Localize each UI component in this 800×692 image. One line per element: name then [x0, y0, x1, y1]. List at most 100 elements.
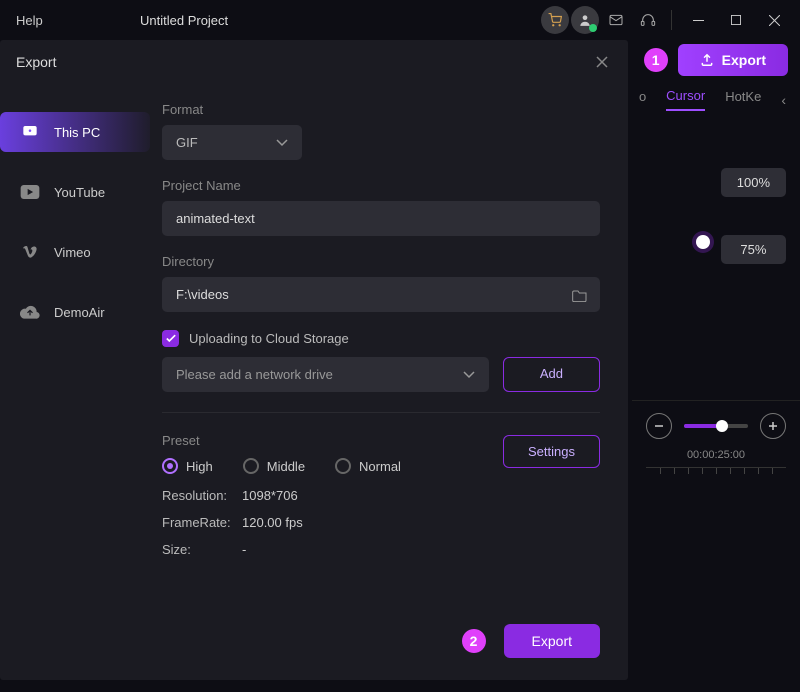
- mail-button[interactable]: [601, 5, 631, 35]
- modal-header: Export: [0, 40, 628, 84]
- size-value: -: [242, 542, 246, 557]
- headset-icon: [640, 12, 656, 28]
- resolution-key: Resolution:: [162, 488, 242, 503]
- preset-section: Preset High Middle Normal Resolution:109…: [162, 433, 600, 569]
- zoom-out-button[interactable]: [646, 413, 672, 439]
- sidebar-item-demoair[interactable]: DemoAir: [0, 292, 150, 332]
- format-section: Format GIF: [162, 102, 600, 160]
- sidebar-label: This PC: [54, 125, 100, 140]
- status-dot: [589, 24, 597, 32]
- add-drive-button[interactable]: Add: [503, 357, 600, 392]
- format-label: Format: [162, 102, 600, 117]
- directory-section: Directory: [162, 254, 600, 312]
- zoom-slider[interactable]: [684, 424, 748, 428]
- directory-input[interactable]: [162, 277, 600, 312]
- plus-icon: [768, 421, 778, 431]
- export-confirm-button[interactable]: Export: [504, 624, 600, 658]
- network-placeholder: Please add a network drive: [176, 367, 333, 382]
- tab-cursor[interactable]: Cursor: [666, 88, 705, 111]
- modal-body: This PC YouTube Vimeo DemoAir: [0, 84, 628, 678]
- slider-thumb[interactable]: [696, 235, 710, 249]
- minimize-icon: [693, 15, 704, 26]
- cart-icon: [548, 13, 562, 27]
- value-pill-2: 75%: [721, 235, 786, 264]
- resolution-value: 1098*706: [242, 488, 298, 503]
- export-button-label: Export: [722, 52, 766, 68]
- right-panel-values: 100% 75%: [721, 168, 786, 302]
- project-title: Untitled Project: [140, 13, 228, 28]
- headset-button[interactable]: [633, 5, 663, 35]
- check-icon: [166, 334, 176, 343]
- export-icon: [700, 53, 714, 67]
- annotation-2: 2: [462, 629, 486, 653]
- divider: [671, 10, 672, 30]
- titlebar-right: [541, 5, 792, 35]
- tab-partial[interactable]: o: [639, 89, 646, 110]
- zoom-slider-thumb[interactable]: [716, 420, 728, 432]
- preset-radios: High Middle Normal: [162, 458, 503, 474]
- account-button[interactable]: [571, 6, 599, 34]
- cloud-section: Uploading to Cloud Storage Please add a …: [162, 330, 600, 392]
- help-menu[interactable]: Help: [8, 13, 51, 28]
- mail-icon: [608, 12, 624, 28]
- minimize-button[interactable]: [680, 6, 716, 34]
- cloud-checkbox[interactable]: [162, 330, 179, 347]
- radio-high[interactable]: High: [162, 458, 213, 474]
- youtube-icon: [20, 184, 40, 200]
- value-pill-1: 100%: [721, 168, 786, 197]
- maximize-button[interactable]: [718, 6, 754, 34]
- directory-label: Directory: [162, 254, 600, 269]
- timeline-time: 00:00:25:00: [646, 449, 786, 461]
- chevron-down-icon: [463, 371, 475, 379]
- export-button-top[interactable]: Export: [678, 44, 788, 76]
- settings-button[interactable]: Settings: [503, 435, 600, 468]
- sidebar-item-thispc[interactable]: This PC: [0, 112, 150, 152]
- framerate-value: 120.00 fps: [242, 515, 303, 530]
- chevron-left-icon[interactable]: ‹: [781, 92, 786, 108]
- title-bar: Help Untitled Project: [0, 0, 800, 40]
- radio-middle[interactable]: Middle: [243, 458, 305, 474]
- export-sidebar: This PC YouTube Vimeo DemoAir: [0, 84, 150, 678]
- close-window-button[interactable]: [756, 6, 792, 34]
- cart-button[interactable]: [541, 6, 569, 34]
- size-key: Size:: [162, 542, 242, 557]
- cloud-label: Uploading to Cloud Storage: [189, 331, 349, 346]
- annotation-1: 1: [644, 48, 668, 72]
- sidebar-label: DemoAir: [54, 305, 105, 320]
- sidebar-item-youtube[interactable]: YouTube: [0, 172, 150, 212]
- export-modal: Export This PC YouTube Vim: [0, 40, 628, 680]
- vimeo-icon: [20, 244, 40, 260]
- modal-title: Export: [16, 54, 56, 70]
- timeline-area: 00:00:25:00: [632, 400, 800, 491]
- sidebar-item-vimeo[interactable]: Vimeo: [0, 232, 150, 272]
- sidebar-label: Vimeo: [54, 245, 91, 260]
- format-select[interactable]: GIF: [162, 125, 302, 160]
- monitor-icon: [20, 124, 40, 140]
- close-modal-button[interactable]: [592, 52, 612, 72]
- tab-hotkey[interactable]: HotKe: [725, 89, 761, 110]
- close-icon: [595, 55, 609, 69]
- radio-normal[interactable]: Normal: [335, 458, 401, 474]
- close-icon: [769, 15, 780, 26]
- right-panel-tabs: o Cursor HotKe ‹: [639, 88, 786, 111]
- preset-label: Preset: [162, 433, 503, 448]
- export-form: Format GIF Project Name Directory: [150, 84, 628, 678]
- minus-icon: [654, 421, 664, 431]
- projectname-section: Project Name: [162, 178, 600, 236]
- projectname-input[interactable]: [162, 201, 600, 236]
- folder-icon: [572, 288, 588, 302]
- network-drive-select[interactable]: Please add a network drive: [162, 357, 489, 392]
- zoom-controls: [646, 413, 786, 439]
- sidebar-label: YouTube: [54, 185, 105, 200]
- browse-folder-button[interactable]: [572, 288, 588, 302]
- maximize-icon: [731, 15, 741, 25]
- spec-list: Resolution:1098*706 FrameRate:120.00 fps…: [162, 488, 503, 557]
- projectname-label: Project Name: [162, 178, 600, 193]
- timeline-ruler[interactable]: [646, 467, 786, 479]
- chevron-down-icon: [276, 139, 288, 147]
- divider: [162, 412, 600, 413]
- format-value: GIF: [176, 135, 198, 150]
- zoom-in-button[interactable]: [760, 413, 786, 439]
- cloud-icon: [20, 304, 40, 320]
- bottom-actions: 2 Export: [462, 624, 600, 658]
